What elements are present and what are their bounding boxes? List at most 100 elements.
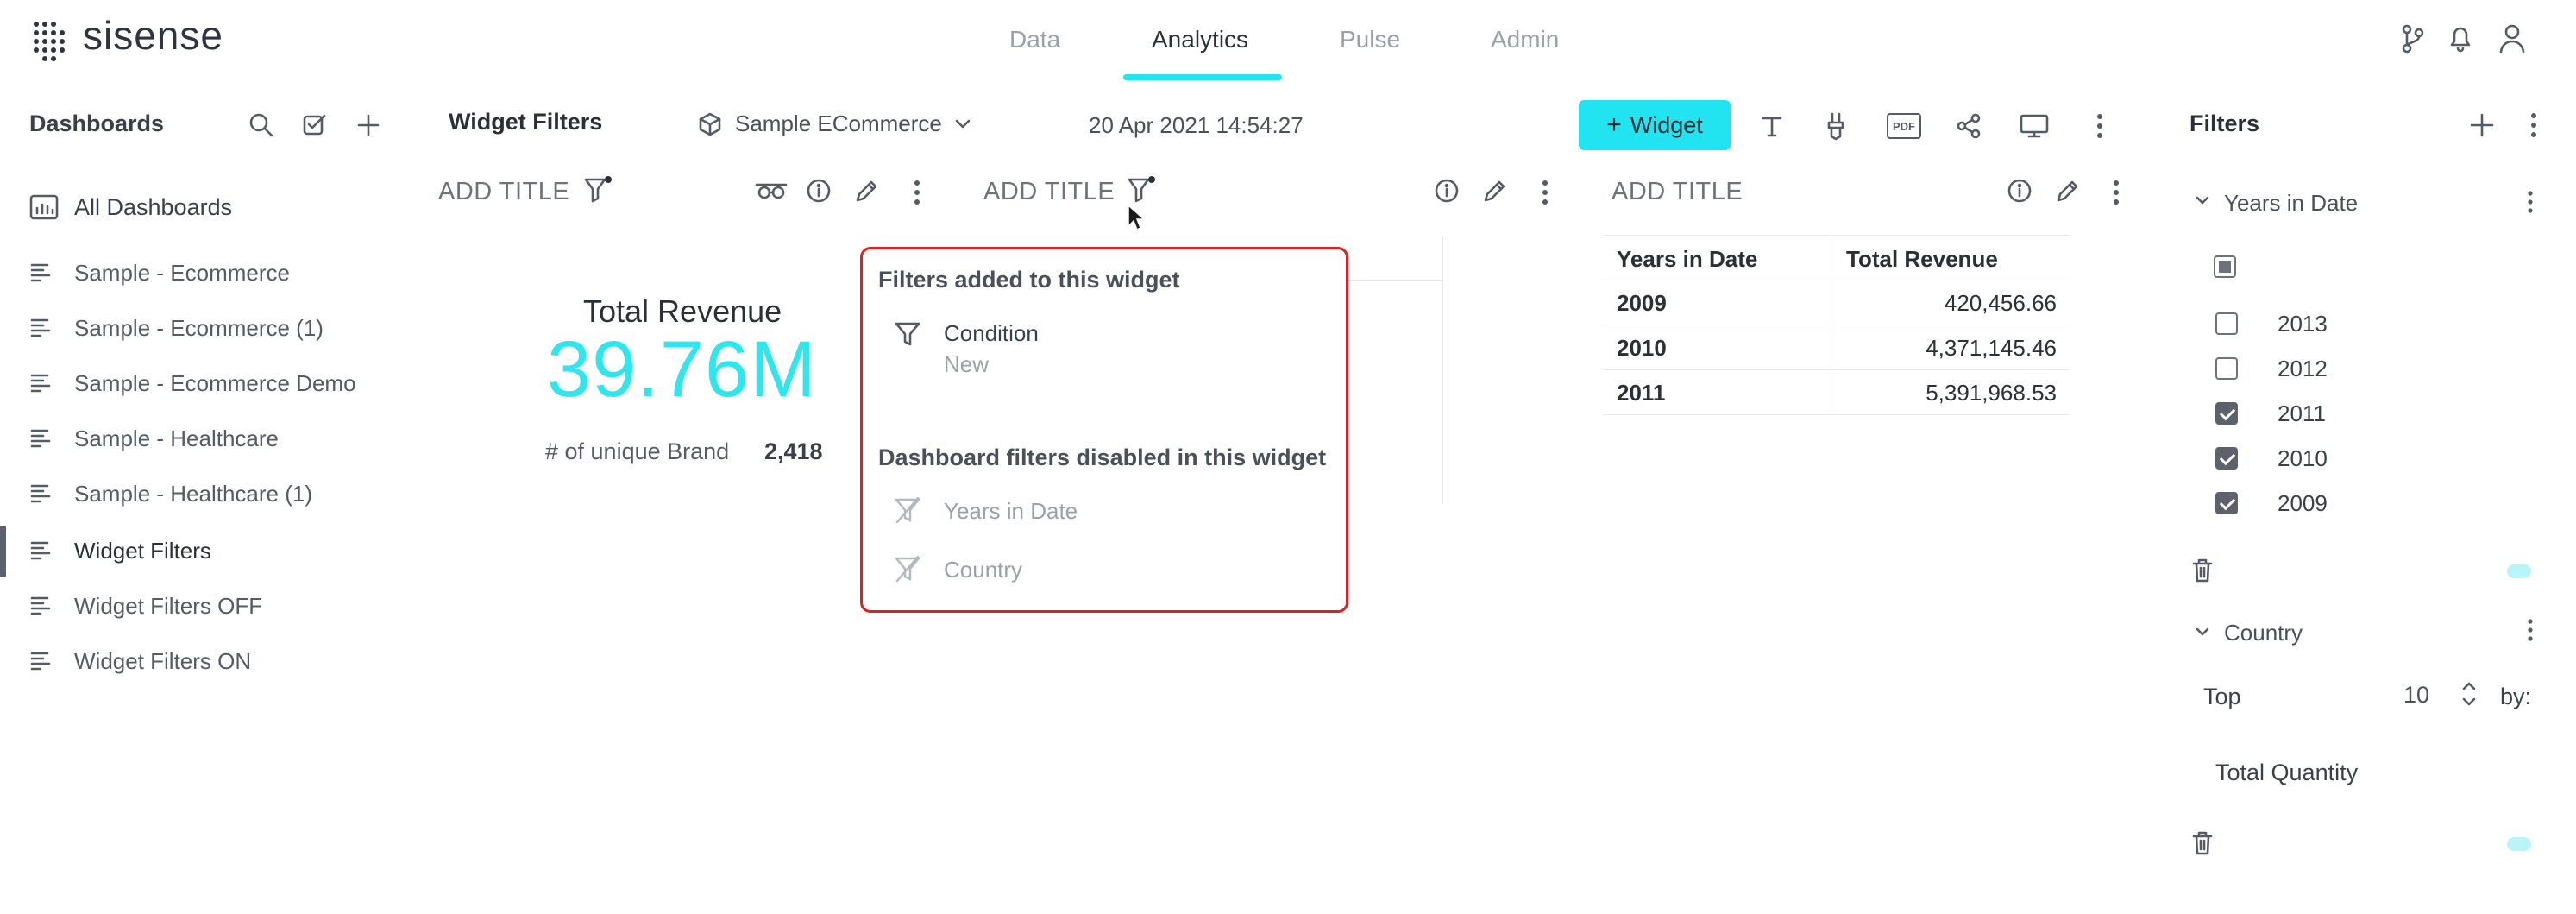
git-branch-icon[interactable] (2400, 24, 2426, 54)
sidebar-item-label: Widget Filters ON (74, 647, 252, 674)
top-header: sisense Data Analytics Pulse Admin (0, 0, 2576, 86)
sidebar-item-dashboard[interactable]: Widget Filters (29, 533, 211, 568)
dashboard-title: Widget Filters (449, 109, 603, 135)
dashboard-list-icon (29, 651, 55, 671)
sidebar-item-label: Sample - Healthcare (74, 425, 279, 451)
dashboard-more-icon[interactable] (2083, 109, 2117, 143)
sidebar-item-dashboard[interactable]: Widget Filters ON (29, 644, 251, 678)
widget1-explore-icon[interactable] (754, 178, 789, 204)
sidebar-item-label: Sample - Ecommerce Demo (74, 369, 356, 396)
ranking-count-input[interactable]: 10 (2403, 682, 2429, 709)
sidebar-item-dashboard[interactable]: Sample - Ecommerce (29, 255, 290, 290)
ranking-type-label[interactable]: Top (2203, 684, 2241, 710)
sidebar-item-dashboard[interactable]: Sample - Healthcare (1) (29, 476, 312, 511)
popup-disabled-filter-2[interactable]: Country (944, 557, 1022, 583)
column-header-years[interactable]: Years in Date (1617, 246, 1757, 273)
sidebar-item-dashboard[interactable]: Widget Filters OFF (29, 589, 262, 623)
popup-added-filter-name[interactable]: Condition (944, 320, 1039, 347)
sidebar-item-dashboard[interactable]: Sample - Healthcare (29, 421, 279, 456)
app-logo-text[interactable]: sisense (83, 12, 223, 59)
year-checkbox[interactable] (2215, 447, 2238, 470)
add-widget-button[interactable]: + Widget (1579, 100, 1731, 150)
sidebar-item-label: Widget Filters OFF (74, 592, 263, 619)
widget1-more-icon[interactable] (913, 180, 921, 205)
table-cell-revenue[interactable]: 5,391,968.53 (1926, 380, 2057, 407)
filter-country-title[interactable]: Country (2224, 620, 2303, 646)
ranking-measure[interactable]: Total Quantity (2215, 760, 2358, 786)
add-dashboard-icon[interactable] (355, 112, 381, 138)
table-cell-revenue[interactable]: 420,456.66 (1945, 290, 2057, 317)
table-row: 2009 420,456.66 (1603, 280, 2070, 325)
filter-years-more-icon[interactable] (2526, 190, 2535, 214)
chevron-down-icon[interactable] (2195, 195, 2210, 207)
widget2-title[interactable]: ADD TITLE (983, 178, 1115, 206)
filter-toggle[interactable] (2507, 837, 2531, 851)
table-cell-year[interactable]: 2011 (1617, 380, 1665, 407)
sidebar-all-dashboards-label: All Dashboards (74, 193, 233, 220)
tab-analytics[interactable]: Analytics (1152, 26, 1248, 54)
widget2-edit-icon[interactable] (1482, 178, 1508, 204)
widget2-filter-icon[interactable] (1127, 174, 1156, 205)
column-header-revenue[interactable]: Total Revenue (1846, 246, 1998, 273)
tab-data[interactable]: Data (1009, 26, 1060, 54)
stepper-icon[interactable] (2460, 678, 2478, 709)
sidebar-all-dashboards[interactable]: All Dashboards (29, 190, 232, 224)
widget1-title[interactable]: ADD TITLE (438, 178, 569, 206)
add-text-icon[interactable] (1755, 109, 1789, 143)
sidebar-item-dashboard[interactable]: Sample - Ecommerce (1) (29, 311, 324, 345)
user-profile-icon[interactable] (2498, 22, 2526, 54)
filter-country-more-icon[interactable] (2526, 618, 2535, 642)
widget1-filter-icon[interactable] (583, 174, 613, 205)
delete-filter-icon[interactable] (2191, 830, 2214, 856)
widget1-edit-icon[interactable] (854, 178, 880, 204)
plus-icon: + (1606, 110, 1622, 139)
tab-pulse[interactable]: Pulse (1340, 26, 1400, 54)
year-checkbox[interactable] (2215, 492, 2238, 514)
widget3-more-icon[interactable] (2112, 180, 2120, 205)
widget3-info-icon[interactable] (2007, 178, 2033, 204)
dashboard-list-icon (29, 483, 55, 504)
search-icon[interactable] (248, 112, 274, 138)
add-filter-icon[interactable] (2469, 112, 2495, 138)
sidebar-item-dashboard[interactable]: Sample - Ecommerce Demo (29, 366, 356, 400)
table-cell-revenue[interactable]: 4,371,145.46 (1926, 335, 2057, 362)
funnel-icon (894, 320, 921, 348)
table-cell-year[interactable]: 2010 (1617, 335, 1667, 362)
year-checkbox[interactable] (2215, 357, 2238, 380)
popup-disabled-filter-1[interactable]: Years in Date (944, 498, 1078, 525)
bell-icon[interactable] (2447, 22, 2474, 54)
add-widget-label: Widget (1630, 111, 1703, 138)
widget2-info-icon[interactable] (1434, 178, 1460, 204)
design-brush-icon[interactable] (1819, 109, 1853, 143)
chevron-down-icon[interactable] (2195, 627, 2210, 639)
year-option-label[interactable]: 2011 (2278, 400, 2326, 427)
year-checkbox[interactable] (2215, 312, 2238, 335)
multi-select-icon[interactable] (302, 112, 328, 138)
display-mode-icon[interactable] (2017, 109, 2051, 143)
datasource-name: Sample ECommerce (735, 110, 942, 136)
export-pdf-icon[interactable]: PDF (1884, 109, 1924, 143)
widget2-frame (1346, 236, 1443, 504)
year-option-label[interactable]: 2009 (2278, 490, 2328, 517)
year-checkbox[interactable] (2215, 402, 2238, 425)
widget1-info-icon[interactable] (806, 178, 832, 204)
share-icon[interactable] (1951, 109, 1986, 143)
select-all-checkbox[interactable] (2214, 255, 2236, 278)
year-option-label[interactable]: 2010 (2278, 445, 2328, 472)
delete-filter-icon[interactable] (2191, 558, 2214, 583)
year-option-label[interactable]: 2013 (2278, 311, 2328, 337)
filter-years-title[interactable]: Years in Date (2224, 190, 2358, 217)
table-cell-year[interactable]: 2009 (1617, 290, 1667, 317)
widget3-edit-icon[interactable] (2055, 178, 2081, 204)
active-tab-indicator (1123, 74, 1282, 80)
year-option-label[interactable]: 2012 (2278, 356, 2328, 382)
datasource-selector[interactable]: Sample ECommerce (697, 110, 971, 137)
pivot-table: Years in Date Total Revenue 2009 420,456.… (1603, 235, 2070, 415)
filter-toggle[interactable] (2507, 564, 2531, 578)
widget2-more-icon[interactable] (1541, 180, 1549, 205)
filters-more-icon[interactable] (2529, 112, 2538, 138)
tab-admin[interactable]: Admin (1491, 26, 1559, 54)
sisense-logo-icon[interactable] (33, 21, 67, 62)
dashboard-list-icon (29, 373, 55, 394)
widget3-title[interactable]: ADD TITLE (1612, 178, 1743, 206)
